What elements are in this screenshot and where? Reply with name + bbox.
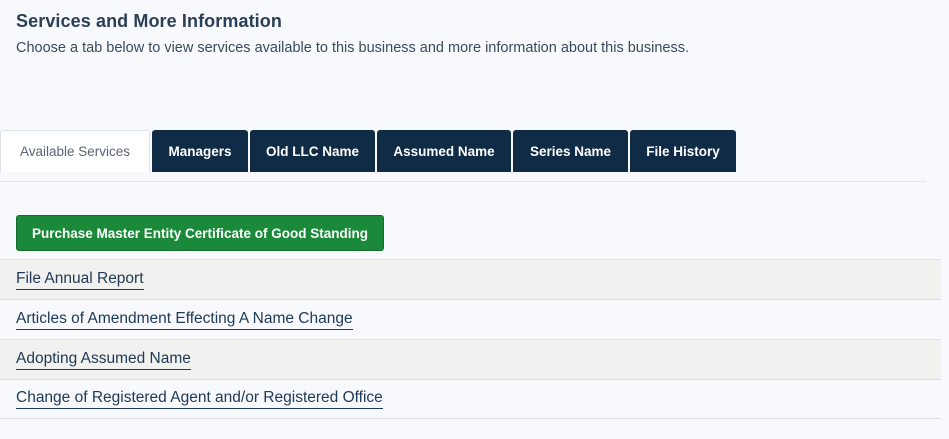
section-title: Services and More Information — [16, 11, 282, 31]
list-item: Change of Registered Agent and/or Regist… — [0, 379, 941, 419]
tab-bar: Available Services Managers Old LLC Name… — [0, 130, 736, 172]
change-registered-agent-link[interactable]: Change of Registered Agent and/or Regist… — [16, 389, 383, 409]
tab-available-services[interactable]: Available Services — [0, 130, 150, 172]
tab-divider — [0, 181, 926, 182]
tab-old-llc-name[interactable]: Old LLC Name — [250, 130, 375, 172]
tab-assumed-name[interactable]: Assumed Name — [377, 130, 511, 172]
service-link-list: File Annual Report Articles of Amendment… — [0, 259, 941, 419]
tab-file-history[interactable]: File History — [630, 130, 736, 172]
purchase-certificate-button[interactable]: Purchase Master Entity Certificate of Go… — [16, 215, 384, 251]
file-annual-report-link[interactable]: File Annual Report — [16, 270, 144, 290]
adopting-assumed-name-link[interactable]: Adopting Assumed Name — [16, 350, 191, 370]
articles-of-amendment-link[interactable]: Articles of Amendment Effecting A Name C… — [16, 310, 353, 330]
list-item: Articles of Amendment Effecting A Name C… — [0, 299, 941, 339]
list-item: Adopting Assumed Name — [0, 339, 941, 379]
section-subtitle: Choose a tab below to view services avai… — [16, 40, 690, 56]
tab-series-name[interactable]: Series Name — [513, 130, 628, 172]
tab-managers[interactable]: Managers — [152, 130, 248, 172]
business-services-panel: Services and More Information Choose a t… — [0, 0, 949, 439]
list-item: File Annual Report — [0, 259, 941, 299]
